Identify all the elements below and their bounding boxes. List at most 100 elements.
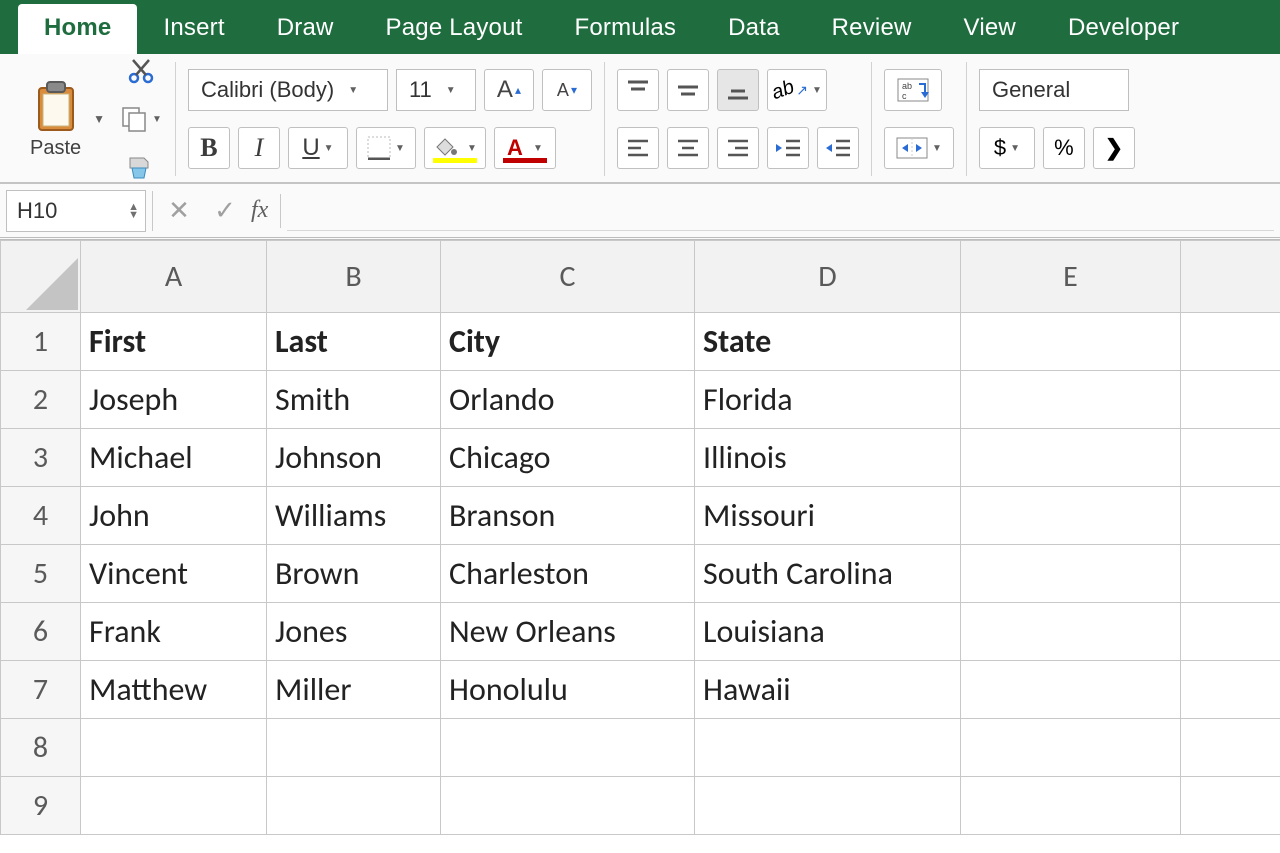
col-header-B[interactable]: B: [267, 241, 441, 313]
underline-button[interactable]: U▼: [288, 127, 348, 169]
accept-formula-button[interactable]: ✓: [205, 195, 245, 226]
tab-view[interactable]: View: [938, 4, 1042, 54]
cell[interactable]: Louisiana: [695, 603, 961, 661]
cut-button[interactable]: [119, 50, 163, 92]
row-header[interactable]: 4: [1, 487, 81, 545]
dropdown-icon[interactable]: ▼: [93, 112, 105, 126]
fill-color-button[interactable]: ▼: [424, 127, 486, 169]
cell[interactable]: [961, 545, 1181, 603]
name-box[interactable]: H10 ▲▼: [6, 190, 146, 232]
cell[interactable]: Honolulu: [441, 661, 695, 719]
cell[interactable]: Jones: [267, 603, 441, 661]
cell[interactable]: Missouri: [695, 487, 961, 545]
cell[interactable]: [961, 719, 1181, 777]
cell[interactable]: Branson: [441, 487, 695, 545]
orientation-button[interactable]: ab ↗ ▼: [767, 69, 827, 111]
col-header-C[interactable]: C: [441, 241, 695, 313]
format-painter-button[interactable]: [119, 146, 163, 188]
cell[interactable]: New Orleans: [441, 603, 695, 661]
cell[interactable]: Joseph: [81, 371, 267, 429]
align-top-button[interactable]: [617, 69, 659, 111]
cell[interactable]: Last: [267, 313, 441, 371]
row-header[interactable]: 3: [1, 429, 81, 487]
cell[interactable]: Brown: [267, 545, 441, 603]
tab-developer[interactable]: Developer: [1042, 4, 1205, 54]
row-header[interactable]: 1: [1, 313, 81, 371]
cell[interactable]: [1181, 777, 1280, 835]
col-header-E[interactable]: E: [961, 241, 1181, 313]
align-center-button[interactable]: [667, 127, 709, 169]
paste-button[interactable]: [32, 79, 80, 133]
decrease-indent-button[interactable]: [767, 127, 809, 169]
tab-insert[interactable]: Insert: [137, 4, 250, 54]
font-color-button[interactable]: A ▼: [494, 127, 556, 169]
number-format-select[interactable]: General: [979, 69, 1129, 111]
cell[interactable]: Vincent: [81, 545, 267, 603]
formula-input[interactable]: [287, 191, 1274, 231]
row-header[interactable]: 7: [1, 661, 81, 719]
stepper-icon[interactable]: ▲▼: [128, 203, 139, 219]
cell[interactable]: [81, 777, 267, 835]
cell[interactable]: [1181, 429, 1280, 487]
col-header-A[interactable]: A: [81, 241, 267, 313]
cell[interactable]: First: [81, 313, 267, 371]
font-size-select[interactable]: 11 ▼: [396, 69, 476, 111]
cell[interactable]: Miller: [267, 661, 441, 719]
cell[interactable]: [267, 777, 441, 835]
cell[interactable]: South Carolina: [695, 545, 961, 603]
col-header-F[interactable]: [1181, 241, 1280, 313]
select-all-corner[interactable]: [1, 241, 81, 313]
row-header[interactable]: 8: [1, 719, 81, 777]
cell[interactable]: State: [695, 313, 961, 371]
cell[interactable]: [961, 487, 1181, 545]
currency-button[interactable]: $▼: [979, 127, 1035, 169]
cell[interactable]: Illinois: [695, 429, 961, 487]
cell[interactable]: [695, 777, 961, 835]
align-bottom-button[interactable]: [717, 69, 759, 111]
cell[interactable]: [1181, 603, 1280, 661]
row-header[interactable]: 2: [1, 371, 81, 429]
align-right-button[interactable]: [717, 127, 759, 169]
merge-button[interactable]: ▼: [884, 127, 954, 169]
tab-home[interactable]: Home: [18, 4, 137, 54]
bold-button[interactable]: B: [188, 127, 230, 169]
increase-indent-button[interactable]: [817, 127, 859, 169]
cell[interactable]: Michael: [81, 429, 267, 487]
cell[interactable]: Charleston: [441, 545, 695, 603]
cancel-formula-button[interactable]: ✕: [159, 195, 199, 226]
copy-button[interactable]: ▼: [119, 98, 163, 140]
fx-icon[interactable]: fx: [251, 197, 268, 224]
cell[interactable]: John: [81, 487, 267, 545]
tab-page-layout[interactable]: Page Layout: [360, 4, 549, 54]
wrap-text-button[interactable]: abc: [884, 69, 942, 111]
borders-button[interactable]: ▼: [356, 127, 416, 169]
comma-button[interactable]: ❯: [1093, 127, 1135, 169]
tab-review[interactable]: Review: [806, 4, 938, 54]
cell[interactable]: [1181, 371, 1280, 429]
cell[interactable]: Chicago: [441, 429, 695, 487]
cell[interactable]: [441, 719, 695, 777]
cell[interactable]: Matthew: [81, 661, 267, 719]
cell[interactable]: [441, 777, 695, 835]
increase-font-button[interactable]: A▴: [484, 69, 534, 111]
cell[interactable]: Frank: [81, 603, 267, 661]
tab-draw[interactable]: Draw: [251, 4, 360, 54]
cell[interactable]: Williams: [267, 487, 441, 545]
cell[interactable]: [961, 603, 1181, 661]
cell[interactable]: [961, 777, 1181, 835]
tab-data[interactable]: Data: [702, 4, 806, 54]
cell[interactable]: Orlando: [441, 371, 695, 429]
row-header[interactable]: 6: [1, 603, 81, 661]
tab-formulas[interactable]: Formulas: [549, 4, 703, 54]
cell[interactable]: [267, 719, 441, 777]
row-header[interactable]: 5: [1, 545, 81, 603]
cell[interactable]: [81, 719, 267, 777]
cell[interactable]: [961, 371, 1181, 429]
cell[interactable]: [961, 313, 1181, 371]
cell[interactable]: [1181, 313, 1280, 371]
cell[interactable]: [1181, 661, 1280, 719]
decrease-font-button[interactable]: A▾: [542, 69, 592, 111]
cell[interactable]: Hawaii: [695, 661, 961, 719]
cell[interactable]: [695, 719, 961, 777]
cell[interactable]: Florida: [695, 371, 961, 429]
